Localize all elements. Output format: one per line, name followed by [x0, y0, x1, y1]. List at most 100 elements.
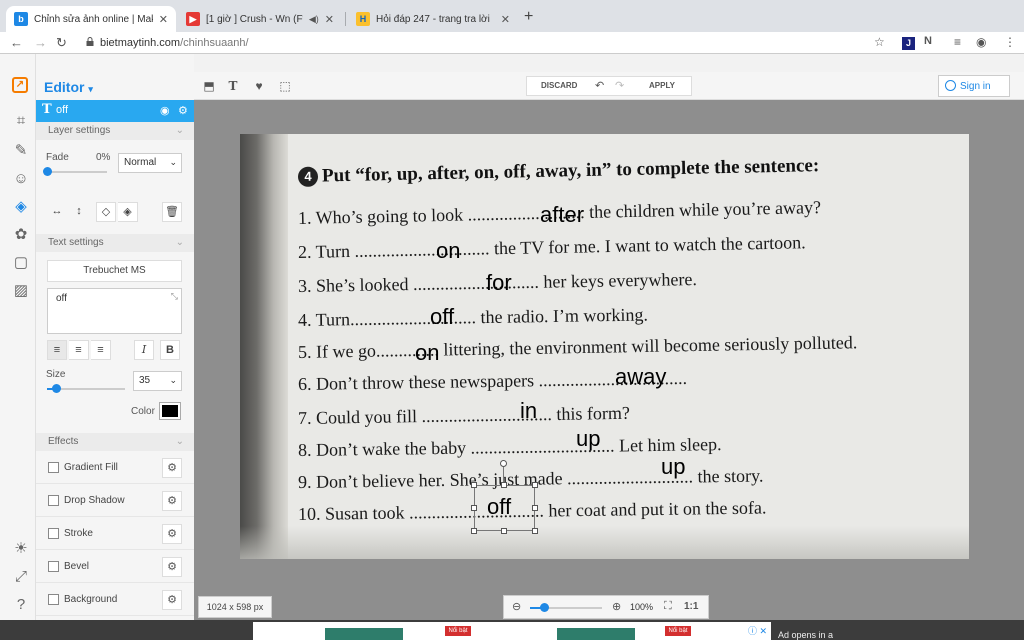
discard-button[interactable]: DISCARD	[541, 81, 577, 90]
resize-handle-bl[interactable]	[471, 528, 477, 534]
eye-icon[interactable]: ◉	[160, 104, 170, 117]
fade-slider-track[interactable]	[47, 171, 107, 173]
close-icon[interactable]: ✕	[159, 13, 168, 26]
help-icon[interactable]: ?	[12, 596, 30, 614]
send-backward-button[interactable]: ◈	[118, 202, 138, 222]
answer-text-3[interactable]: for	[486, 270, 512, 296]
active-layer-bar[interactable]: T off ◉ ⚙	[36, 100, 194, 122]
reload-icon[interactable]: ↻	[56, 35, 67, 51]
effect-gradient-fill[interactable]: Gradient Fill ⚙	[36, 452, 194, 484]
layers-icon[interactable]: ◈	[12, 198, 30, 216]
answer-text-8[interactable]: up	[576, 426, 600, 452]
texture-icon[interactable]: ▨	[12, 282, 30, 300]
zoom-in-icon[interactable]: ⊕	[612, 600, 621, 613]
bring-forward-button[interactable]: ◇	[96, 202, 116, 222]
tab-chinh-sua-anh[interactable]: b Chỉnh sửa ảnh online | Make up ✕	[6, 6, 176, 32]
forward-icon[interactable]: →	[34, 35, 47, 50]
resize-handle-tl[interactable]	[471, 482, 477, 488]
gear-icon[interactable]: ⚙	[162, 491, 182, 511]
canvas-image[interactable]: 4 Put “for, up, after, on, off, away, in”…	[240, 134, 969, 559]
profile-icon[interactable]: ◉	[976, 35, 986, 49]
font-family-button[interactable]: Trebuchet MS	[47, 260, 182, 282]
effect-background[interactable]: Background ⚙	[36, 584, 194, 616]
face-icon[interactable]: ☺	[12, 170, 30, 188]
resize-handle-tr[interactable]	[532, 482, 538, 488]
text-color-swatch[interactable]	[160, 403, 180, 419]
extension-n-icon[interactable]: N	[924, 35, 932, 47]
actual-size-button[interactable]: 1:1	[684, 601, 698, 612]
undo-icon[interactable]: ↶	[595, 79, 604, 92]
reading-list-icon[interactable]: ≡	[954, 35, 961, 49]
checkbox[interactable]	[48, 495, 59, 506]
back-icon[interactable]: ←	[10, 35, 23, 50]
rotate-handle[interactable]	[500, 460, 507, 467]
add-text-icon[interactable]: T	[224, 77, 242, 95]
size-select[interactable]: 35 ⌄	[133, 371, 182, 391]
resize-handle-ml[interactable]	[471, 505, 477, 511]
size-slider-knob[interactable]	[52, 384, 62, 393]
answer-text-6[interactable]: away	[615, 364, 666, 390]
text-settings-header[interactable]: Text settings ⌄	[36, 234, 194, 252]
answer-text-1[interactable]: after	[540, 202, 584, 228]
tab-youtube-crush[interactable]: ▶ [1 giờ ] Crush - Wn (Ft An ◀) ✕	[178, 6, 342, 32]
close-icon[interactable]: ✕	[325, 13, 334, 26]
align-right-button[interactable]: ≡	[91, 340, 111, 360]
ad-banner[interactable]: Nổi bật Nổi bật	[253, 622, 771, 640]
zoom-out-icon[interactable]: ⊖	[512, 600, 521, 613]
answer-text-7[interactable]: in	[520, 398, 537, 424]
frame-icon[interactable]: ▢	[12, 254, 30, 272]
layer-options-icon[interactable]: ⚙	[178, 104, 188, 117]
italic-button[interactable]: I	[134, 340, 154, 360]
bold-button[interactable]: B	[160, 340, 180, 360]
selection-box[interactable]	[474, 485, 535, 531]
palette-icon[interactable]: ✿	[12, 226, 30, 244]
delete-layer-button[interactable]: 🗑	[162, 202, 182, 222]
expand-icon[interactable]: ⤡	[171, 291, 178, 302]
checkbox[interactable]	[48, 528, 59, 539]
layer-settings-header[interactable]: Layer settings ⌄	[36, 122, 194, 140]
brightness-icon[interactable]: ☀	[12, 540, 30, 558]
text-content-input[interactable]: off ⤡	[47, 288, 182, 334]
fade-slider-knob[interactable]	[43, 167, 52, 176]
menu-kebab-icon[interactable]: ⋮	[1004, 35, 1016, 49]
resize-handle-tc[interactable]	[501, 482, 507, 488]
answer-text-2[interactable]: on	[436, 238, 460, 264]
effect-drop-shadow[interactable]: Drop Shadow ⚙	[36, 485, 194, 517]
add-image-icon[interactable]: ⬒	[200, 77, 218, 95]
flip-vertical-button[interactable]: ↕	[69, 202, 89, 222]
checkbox[interactable]	[48, 561, 59, 572]
effects-header[interactable]: Effects ⌄	[36, 433, 194, 451]
editor-menu[interactable]: Editor ▾	[44, 79, 93, 95]
checkbox[interactable]	[48, 462, 59, 473]
align-center-button[interactable]: ≡	[69, 340, 89, 360]
redo-icon[interactable]: ↷	[615, 79, 624, 92]
url-field[interactable]: bietmaytinh.com/chinhsuaanh/	[100, 37, 249, 49]
answer-text-9[interactable]: up	[661, 454, 685, 480]
checkbox[interactable]	[48, 594, 59, 605]
blend-mode-select[interactable]: Normal ⌄	[118, 153, 182, 173]
zoom-slider-knob[interactable]	[540, 603, 549, 612]
answer-text-5[interactable]: on	[415, 340, 439, 366]
answer-text-4[interactable]: off	[430, 304, 454, 330]
ad-close-icon[interactable]: ⓘ ✕	[748, 624, 767, 637]
resize-handle-br[interactable]	[532, 528, 538, 534]
gear-icon[interactable]: ⚙	[162, 557, 182, 577]
gear-icon[interactable]: ⚙	[162, 524, 182, 544]
fit-screen-icon[interactable]: ⛶	[664, 600, 672, 613]
fullscreen-icon[interactable]: ⤢	[12, 568, 30, 586]
crop-icon[interactable]: ⌗	[12, 112, 30, 130]
apply-button[interactable]: APPLY	[649, 81, 675, 90]
extension-j-icon[interactable]: J	[902, 37, 915, 50]
flip-horizontal-button[interactable]: ↔	[47, 202, 67, 222]
resize-handle-bc[interactable]	[501, 528, 507, 534]
resize-handle-mr[interactable]	[532, 505, 538, 511]
sign-in-button[interactable]: Sign in	[938, 75, 1010, 97]
gear-icon[interactable]: ⚙	[162, 590, 182, 610]
speaker-icon[interactable]: ◀)	[309, 14, 319, 25]
close-icon[interactable]: ✕	[501, 13, 510, 26]
effect-stroke[interactable]: Stroke ⚙	[36, 518, 194, 550]
align-left-button[interactable]: ≡	[47, 340, 67, 360]
effect-bevel[interactable]: Bevel ⚙	[36, 551, 194, 583]
bookmark-star-icon[interactable]: ☆	[874, 35, 885, 49]
gear-icon[interactable]: ⚙	[162, 458, 182, 478]
